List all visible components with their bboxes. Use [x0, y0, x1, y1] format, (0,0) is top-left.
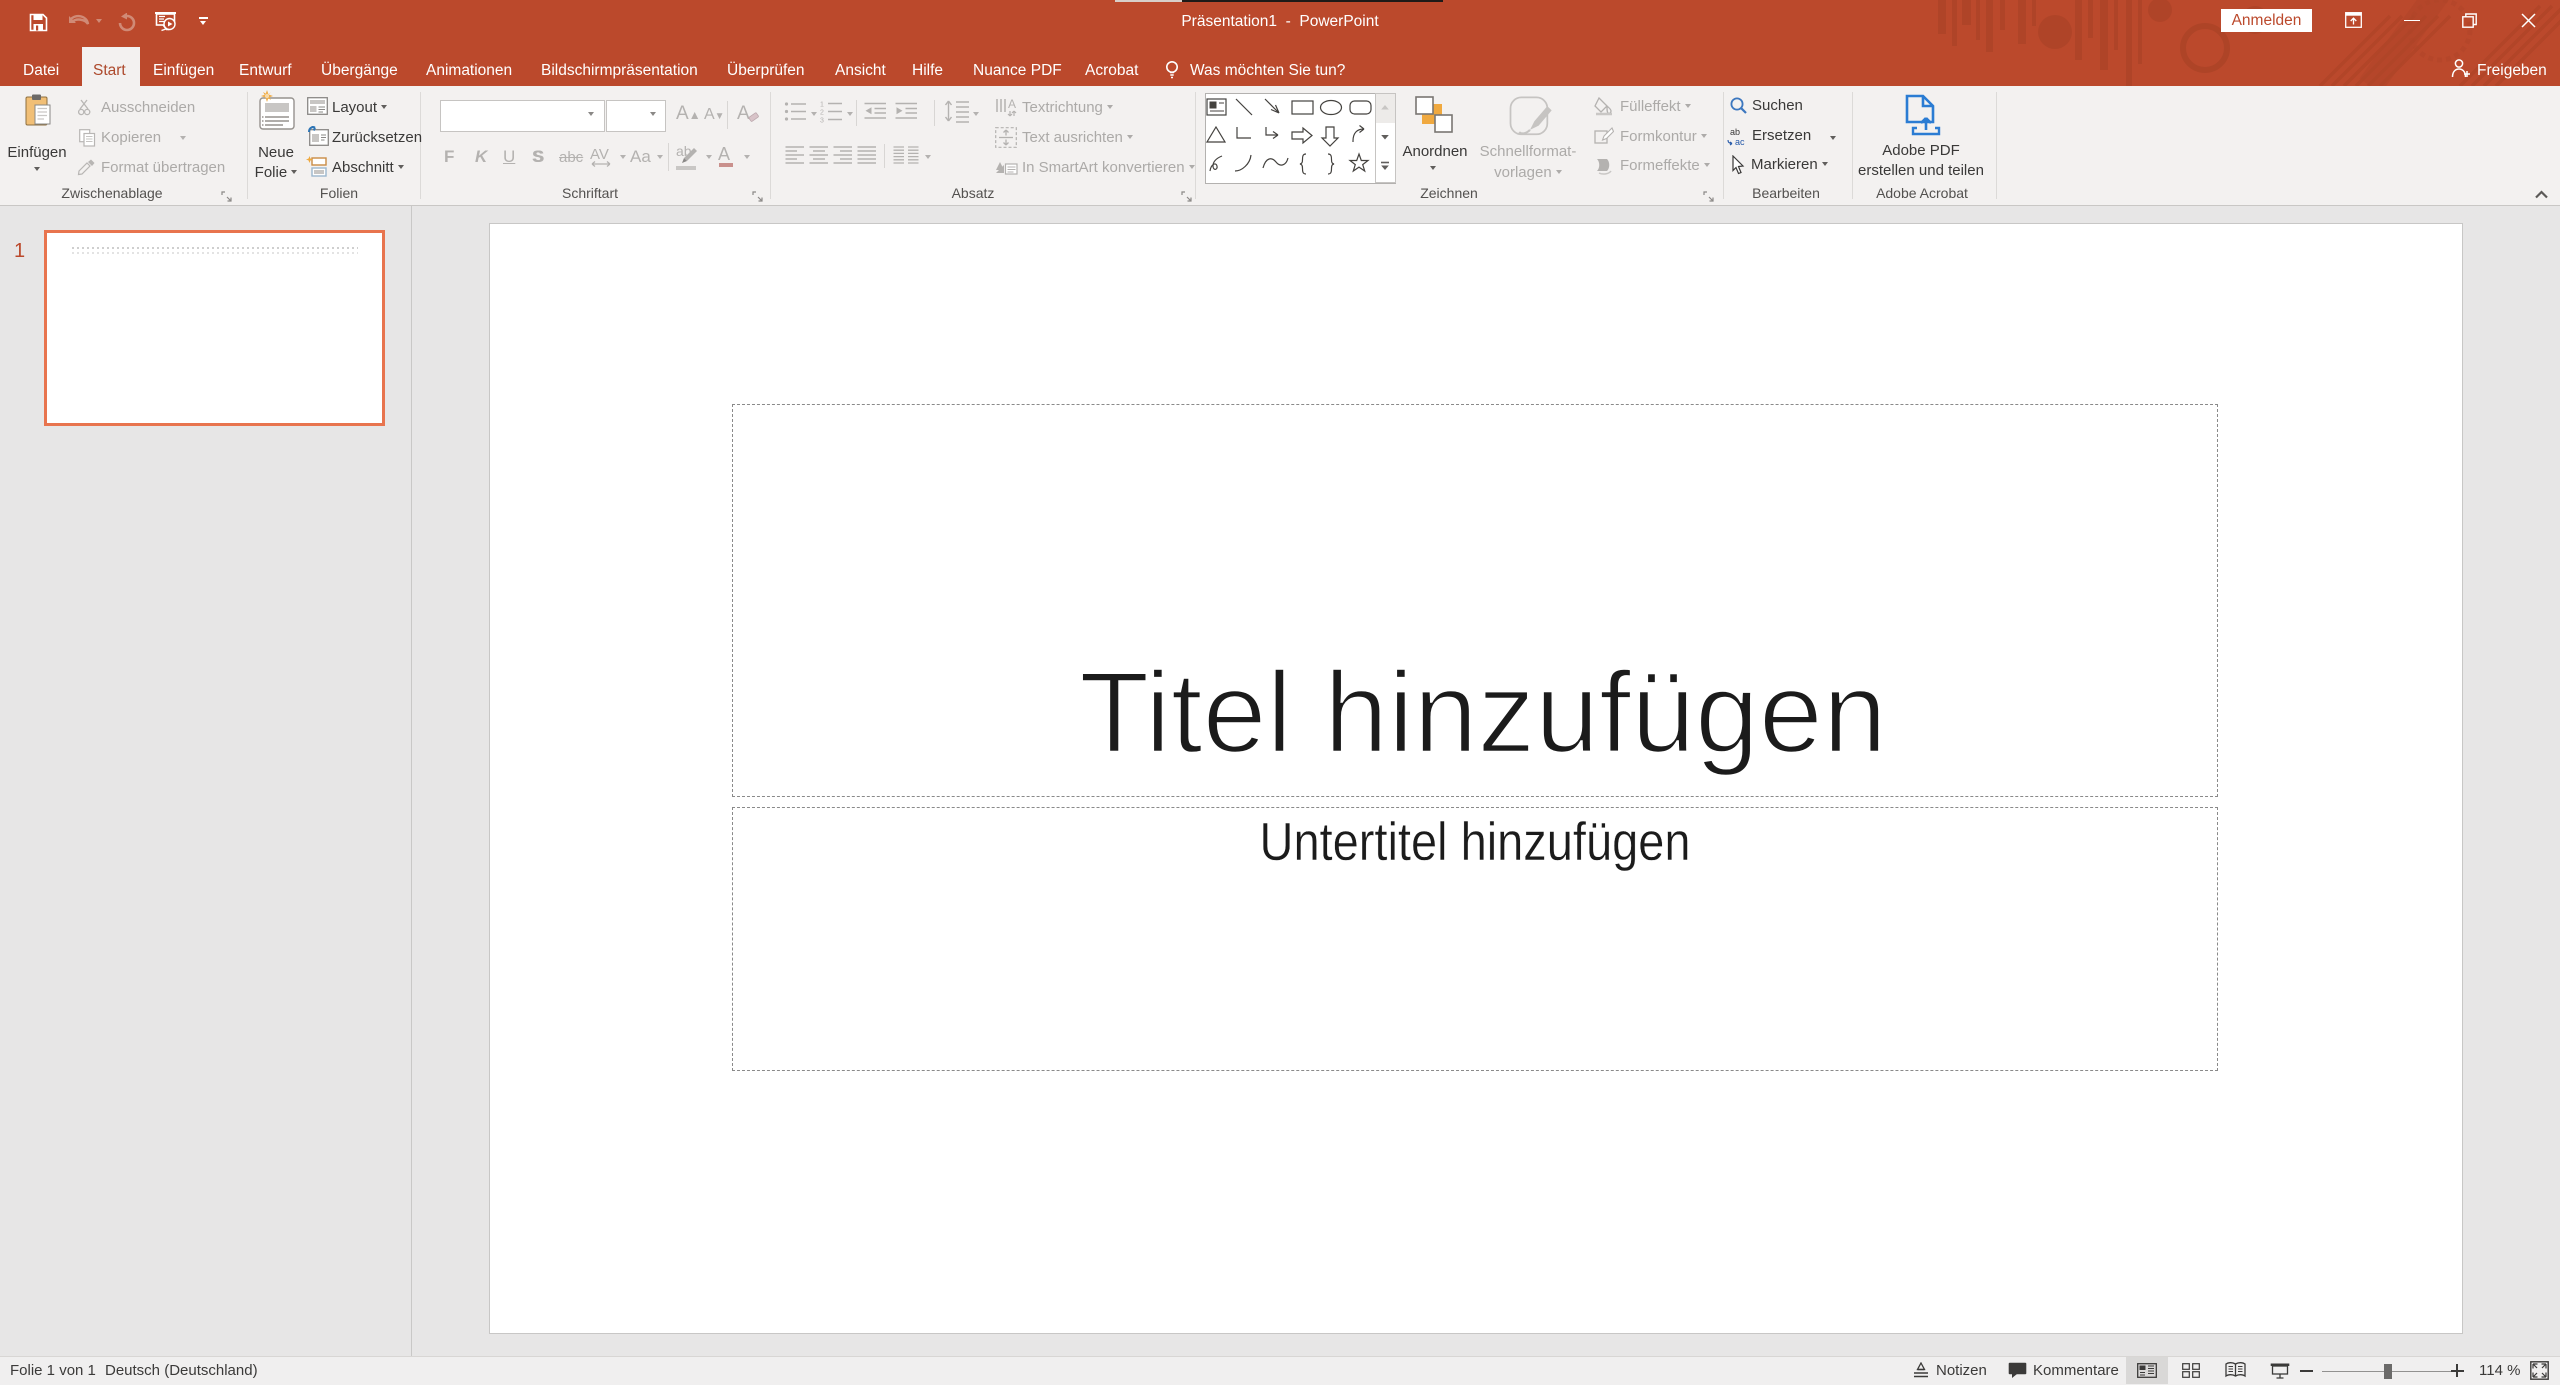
- svg-text:1: 1: [820, 102, 824, 109]
- svg-text:ac: ac: [1735, 137, 1745, 146]
- svg-text:2: 2: [820, 110, 824, 117]
- svg-text:A: A: [1008, 97, 1016, 111]
- svg-text:3: 3: [820, 118, 824, 124]
- svg-text:ab: ab: [1730, 127, 1740, 137]
